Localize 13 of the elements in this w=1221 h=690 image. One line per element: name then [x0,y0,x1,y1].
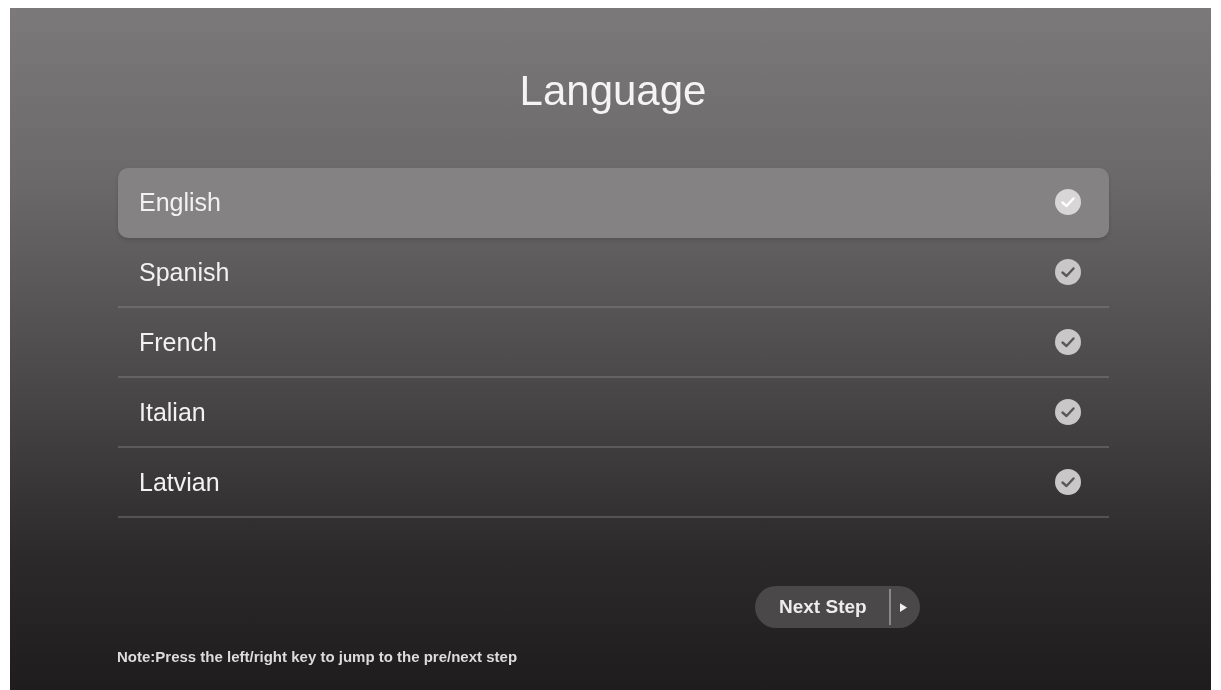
language-option[interactable]: Spanish [118,238,1109,309]
screen-title: Language [519,66,707,116]
check-circle-icon [1055,189,1081,216]
next-step-button[interactable]: Next Step [755,586,920,629]
caret-right-icon [899,602,907,612]
language-option[interactable]: Italian [118,378,1109,449]
check-circle-icon [1055,329,1081,356]
check-circle-icon [1055,399,1081,426]
language-option[interactable]: Latvian [118,448,1109,519]
check-circle-icon [1055,259,1081,286]
note-text: Note:Press the left/right key to jump to the pre/next step [117,648,518,666]
language-option[interactable]: French [118,308,1109,379]
check-circle-icon [1055,469,1081,496]
